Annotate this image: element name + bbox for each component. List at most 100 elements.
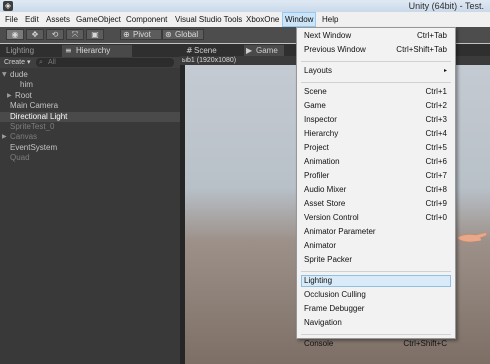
menu-item-label: Lighting [304, 276, 333, 285]
menu-item-game[interactable]: Game Ctrl+2 [301, 100, 451, 112]
menu-item-shortcut: Ctrl+5 [425, 143, 447, 152]
menu-item-shortcut: Ctrl+0 [425, 213, 447, 222]
menu-item-sprite-packer[interactable]: Sprite Packer [301, 254, 451, 266]
resolution-dropdown[interactable]: ыb1 (1920x1080) [182, 56, 236, 65]
rotate-icon: ⟲ [51, 30, 59, 39]
menu-item-label: Game [304, 101, 326, 110]
menu-item-animation[interactable]: Animation Ctrl+6 [301, 156, 451, 168]
tab-hierarchy[interactable]: ≡ Hierarchy [62, 45, 132, 57]
hierarchy-item[interactable]: SpriteTest_0 [0, 122, 180, 132]
menu-separator [301, 61, 451, 62]
menu-item-shortcut: Ctrl+2 [425, 101, 447, 110]
menu-item-shortcut: Ctrl+Tab [416, 31, 447, 40]
menu-item-occlusion-culling[interactable]: Occlusion Culling [301, 289, 451, 301]
pivot-toggle-button[interactable]: ⊕ Pivot [120, 29, 162, 40]
menu-item-label: Inspector [304, 115, 337, 124]
hierarchy-item[interactable]: Directional Light [0, 111, 180, 122]
menu-item-shortcut: Ctrl+6 [425, 157, 447, 166]
menu-item-label: Project [304, 143, 329, 152]
global-toggle-button[interactable]: ⊛ Global [162, 29, 204, 40]
menu-item-inspector[interactable]: Inspector Ctrl+3 [301, 114, 451, 126]
hierarchy-panel: Lighting ≡ Hierarchy Create ▾ ⌕ All ▼ dud… [0, 44, 180, 364]
move-tool-button[interactable]: ✥ [26, 29, 44, 40]
game-icon: ▶ [246, 46, 253, 55]
menu-item-label: Hierarchy [304, 129, 339, 138]
hierarchy-item[interactable]: Quad [0, 153, 180, 163]
rotate-tool-button[interactable]: ⟲ [46, 29, 64, 40]
scale-tool-button[interactable]: ⤧ [66, 29, 84, 40]
hierarchy-item[interactable]: ▶ Root [0, 91, 180, 101]
hierarchy-item-label: Quad [10, 153, 30, 163]
hierarchy-search-input[interactable]: ⌕ All [36, 58, 174, 67]
menu-item-shortcut: Ctrl+7 [425, 171, 447, 180]
menu-item-asset-store[interactable]: Asset Store Ctrl+9 [301, 198, 451, 210]
menu-separator [301, 271, 451, 272]
hierarchy-item[interactable]: EventSystem [0, 143, 180, 153]
menu-item-shortcut: Ctrl+8 [425, 185, 447, 194]
menu-item-label: Console [304, 339, 334, 348]
hierarchy-item-label: dude [10, 70, 28, 79]
menu-file[interactable]: File [5, 12, 18, 27]
menu-item-label: Animation [304, 157, 340, 166]
menu-item-frame-debugger[interactable]: Frame Debugger [301, 303, 451, 315]
menu-item-shortcut: Ctrl+Shift+C [403, 339, 447, 348]
menu-item-label: Layouts [304, 66, 333, 75]
menu-assets[interactable]: Assets [46, 12, 70, 27]
collapsed-arrow-icon[interactable]: ▶ [7, 91, 12, 101]
menu-item-project[interactable]: Project Ctrl+5 [301, 142, 451, 154]
scale-icon: ⤧ [71, 30, 79, 39]
search-icon: ⌕ [39, 58, 43, 66]
menu-item-shortcut: Ctrl+9 [425, 199, 447, 208]
eye-icon: ◉ [11, 30, 19, 39]
menu-item-console[interactable]: Console Ctrl+Shift+C [301, 338, 451, 350]
menu-item-label: Sprite Packer [304, 255, 353, 264]
menu-item-next-window[interactable]: Next Window Ctrl+Tab [301, 30, 451, 42]
menu-item-version-control[interactable]: Version Control Ctrl+0 [301, 212, 451, 224]
menu-window[interactable]: Window [282, 12, 317, 27]
menu-item-scene[interactable]: Scene Ctrl+1 [301, 86, 451, 98]
menu-item-shortcut: Ctrl+4 [425, 129, 447, 138]
menu-item-layouts[interactable]: Layouts ▸ [301, 65, 451, 77]
menu-item-navigation[interactable]: Navigation [301, 317, 451, 329]
hierarchy-item-label: Canvas [10, 132, 38, 142]
tab-game-label: Game [256, 46, 278, 55]
tab-scene[interactable]: # Scene [184, 45, 240, 56]
menu-edit[interactable]: Edit [25, 12, 39, 27]
tab-lighting[interactable]: Lighting [2, 45, 54, 57]
menu-item-previous-window[interactable]: Previous Window Ctrl+Shift+Tab [301, 44, 451, 56]
menu-help[interactable]: Help [322, 12, 338, 27]
create-dropdown-button[interactable]: Create ▾ [4, 57, 30, 68]
menu-xboxone[interactable]: XboxOne [246, 12, 279, 27]
hierarchy-item-label: him [20, 80, 33, 90]
menu-item-label: Asset Store [304, 199, 346, 208]
hierarchy-icon: ≡ [65, 46, 72, 55]
viewport-edge [180, 65, 185, 364]
expanded-arrow-icon[interactable]: ▼ [2, 70, 7, 80]
hierarchy-item[interactable]: him [0, 80, 180, 90]
menu-item-hierarchy[interactable]: Hierarchy Ctrl+4 [301, 128, 451, 140]
tab-game[interactable]: ▶ Game [244, 45, 284, 56]
menu-item-audio-mixer[interactable]: Audio Mixer Ctrl+8 [301, 184, 451, 196]
global-icon: ⊛ [165, 30, 172, 39]
hierarchy-item[interactable]: ▼ dude [0, 70, 180, 80]
menu-item-label: Animator Parameter [304, 227, 376, 236]
menu-item-shortcut: Ctrl+3 [425, 115, 447, 124]
hierarchy-item[interactable]: ▶ Canvas [0, 132, 180, 142]
menu-visual-studio-tools[interactable]: Visual Studio Tools [175, 12, 242, 27]
tab-hierarchy-label: Hierarchy [76, 46, 111, 55]
menu-item-animator[interactable]: Animator [301, 240, 451, 252]
collapsed-arrow-icon[interactable]: ▶ [2, 132, 7, 142]
hierarchy-tree: ▼ dude him ▶ Root Main Camera Directional Ligh… [0, 70, 180, 164]
menu-item-lighting[interactable]: Lighting [301, 275, 451, 287]
menu-item-animator-parameter[interactable]: Animator Parameter [301, 226, 451, 238]
menu-component[interactable]: Component [126, 12, 167, 27]
move-icon: ✥ [31, 30, 39, 39]
unity-logo-icon: ◈ [3, 1, 13, 11]
search-placeholder: All [48, 59, 56, 66]
menu-item-profiler[interactable]: Profiler Ctrl+7 [301, 170, 451, 182]
rect-tool-button[interactable]: ▣ [86, 29, 104, 40]
view-tool-button[interactable]: ◉ [6, 29, 24, 40]
menu-gameobject[interactable]: GameObject [76, 12, 121, 27]
hierarchy-item[interactable]: Main Camera [0, 101, 180, 111]
menu-item-label: Profiler [304, 171, 330, 180]
